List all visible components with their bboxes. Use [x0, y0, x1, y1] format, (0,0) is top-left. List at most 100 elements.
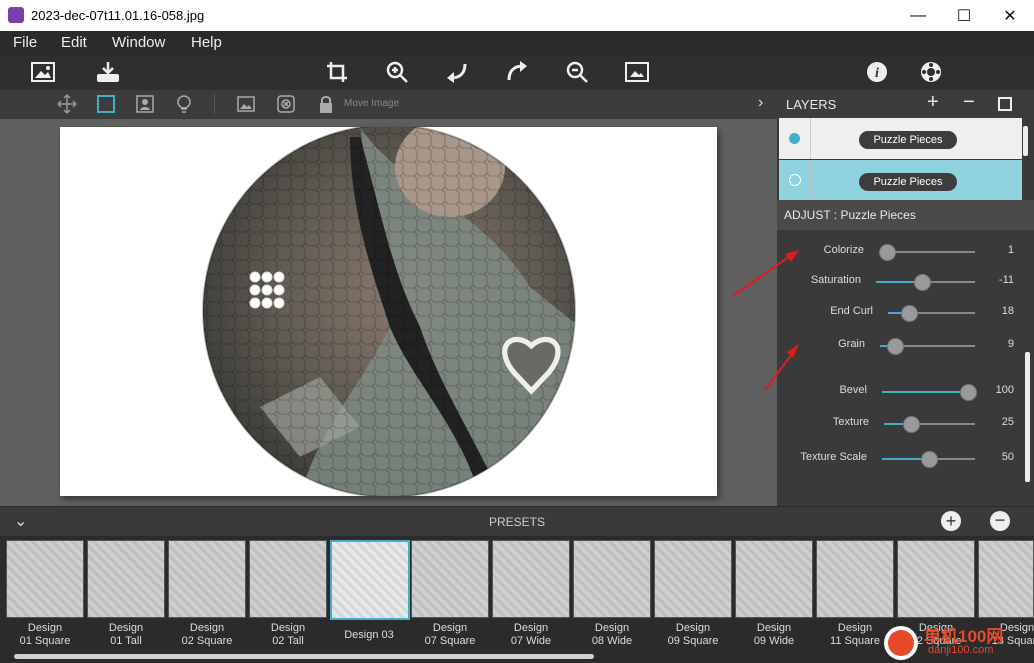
preset-thumbnail[interactable] — [168, 540, 246, 618]
preset-thumbnail[interactable] — [492, 540, 570, 618]
zoom-out-icon[interactable] — [562, 58, 592, 86]
adjust-title: ADJUST : Puzzle Pieces — [784, 208, 916, 222]
preset-thumbnail[interactable] — [6, 540, 84, 618]
slider-value: 100 — [995, 384, 1014, 396]
preset-label-line2: 07 Square — [424, 635, 476, 647]
presets-header: ⌄ PRESETS + − — [0, 506, 1034, 537]
layers-header: LAYERS + − — [777, 90, 1034, 118]
app-icon — [8, 7, 24, 23]
minimize-button[interactable]: — — [895, 0, 941, 31]
preset-thumbnail[interactable] — [249, 540, 327, 618]
preset-label: Design 07 Square — [411, 622, 489, 648]
move-image-label: Move Image — [344, 98, 400, 109]
slider-knob[interactable] — [913, 274, 931, 291]
menu-edit[interactable]: Edit — [61, 34, 87, 51]
preset-label-line2: 02 Square — [181, 635, 233, 647]
remove-preset-icon[interactable]: − — [990, 511, 1010, 531]
lightbulb-icon[interactable] — [172, 92, 196, 116]
preset-thumbnail[interactable] — [735, 540, 813, 618]
preset-label: Design 11 Square — [816, 622, 894, 648]
window-title: 2023-dec-07t11.01.16-058.jpg — [31, 8, 205, 23]
redo-icon[interactable] — [502, 58, 532, 86]
layer-item[interactable]: Puzzle Pieces — [779, 118, 1022, 159]
menu-help[interactable]: Help — [191, 34, 222, 51]
menu-window[interactable]: Window — [112, 34, 165, 51]
preset-label-line1: Design — [513, 622, 549, 634]
info-icon[interactable]: i — [862, 58, 892, 86]
preset-label: Design 01 Square — [6, 622, 84, 648]
slider-knob[interactable] — [903, 416, 920, 433]
preset-thumbnail[interactable] — [330, 540, 410, 620]
collapse-chevron-icon[interactable]: ⌄ — [14, 511, 27, 531]
preset-thumbnail[interactable] — [654, 540, 732, 618]
layer-item-selected[interactable]: Puzzle Pieces — [779, 160, 1022, 201]
preset-label-line2: 02 Tall — [272, 635, 304, 647]
puzzle-image — [202, 127, 576, 496]
main-toolbar: i — [0, 55, 1034, 91]
chevron-right-icon[interactable]: › — [758, 94, 763, 112]
preset-label-line1: Design — [189, 622, 225, 634]
image-tool-icon[interactable] — [234, 92, 258, 116]
layers-scrollbar[interactable] — [1023, 126, 1028, 156]
remove-image-icon[interactable] — [274, 92, 298, 116]
slider-knob[interactable] — [960, 384, 977, 401]
canvas-paper[interactable] — [60, 127, 717, 496]
remove-layer-icon[interactable]: − — [963, 91, 975, 114]
open-image-icon[interactable] — [28, 58, 58, 86]
slider-knob[interactable] — [879, 244, 896, 261]
preset-thumbnail[interactable] — [816, 540, 894, 618]
lock-icon[interactable] — [314, 92, 338, 116]
slider-label: Texture — [832, 416, 869, 428]
slider-value: -11 — [998, 274, 1014, 286]
svg-text:i: i — [875, 66, 879, 81]
title-bar: 2023-dec-07t11.01.16-058.jpg — ☐ ✕ — [0, 0, 1034, 32]
select-tool-icon[interactable] — [94, 92, 118, 116]
preset-label-line1: Design — [837, 622, 873, 634]
preset-label: Design 08 Wide — [573, 622, 651, 648]
add-preset-icon[interactable]: + — [941, 511, 961, 531]
add-layer-icon[interactable]: + — [927, 91, 939, 114]
close-button[interactable]: ✕ — [987, 0, 1033, 31]
preset-thumbnail[interactable] — [897, 540, 975, 618]
slider-knob[interactable] — [900, 305, 918, 322]
slider-value: 25 — [1001, 416, 1014, 428]
slider-knob[interactable] — [921, 451, 938, 468]
watermark: 单机100网 danji100.com — [884, 622, 1034, 663]
slider-value: 18 — [1001, 305, 1014, 317]
preset-label-line1: Design — [756, 622, 792, 634]
crop-icon[interactable] — [322, 58, 352, 86]
move-tool-icon[interactable] — [55, 92, 79, 116]
slider-value: 1 — [1007, 244, 1014, 256]
maximize-button[interactable]: ☐ — [941, 0, 987, 31]
separator — [214, 94, 215, 114]
preset-thumbnail[interactable] — [87, 540, 165, 618]
fit-image-icon[interactable] — [622, 58, 652, 86]
preset-thumbnail[interactable] — [411, 540, 489, 618]
preset-thumbnail[interactable] — [573, 540, 651, 618]
preset-label-line2: 09 Square — [667, 635, 719, 647]
visibility-icon[interactable] — [789, 133, 800, 144]
menu-file[interactable]: File — [13, 34, 37, 51]
annotation-arrows — [732, 250, 799, 391]
settings-icon[interactable] — [916, 58, 946, 86]
portrait-tool-icon[interactable] — [133, 92, 157, 116]
watermark-subtext: danji100.com — [928, 644, 994, 656]
preset-label-line1: Design — [27, 622, 63, 634]
divider — [810, 118, 811, 159]
layer-label: Puzzle Pieces — [859, 131, 957, 149]
visibility-icon[interactable] — [789, 174, 801, 186]
adjust-scrollbar[interactable] — [1025, 352, 1030, 482]
preset-label-line1: Design — [270, 622, 306, 634]
preset-label-line2: 01 Tall — [110, 635, 142, 647]
save-image-icon[interactable] — [93, 58, 123, 86]
undo-icon[interactable] — [442, 58, 472, 86]
layer-label: Puzzle Pieces — [859, 173, 957, 191]
preset-label: Design 01 Tall — [87, 622, 165, 648]
menu-bar: File Edit Window Help — [0, 31, 1034, 55]
slider-value: 50 — [1001, 451, 1014, 463]
duplicate-layer-icon[interactable] — [998, 97, 1012, 111]
slider-label: End Curl — [830, 305, 873, 317]
presets-scrollbar[interactable] — [14, 654, 594, 659]
preset-thumbnail[interactable] — [978, 540, 1034, 618]
zoom-in-icon[interactable] — [382, 58, 412, 86]
